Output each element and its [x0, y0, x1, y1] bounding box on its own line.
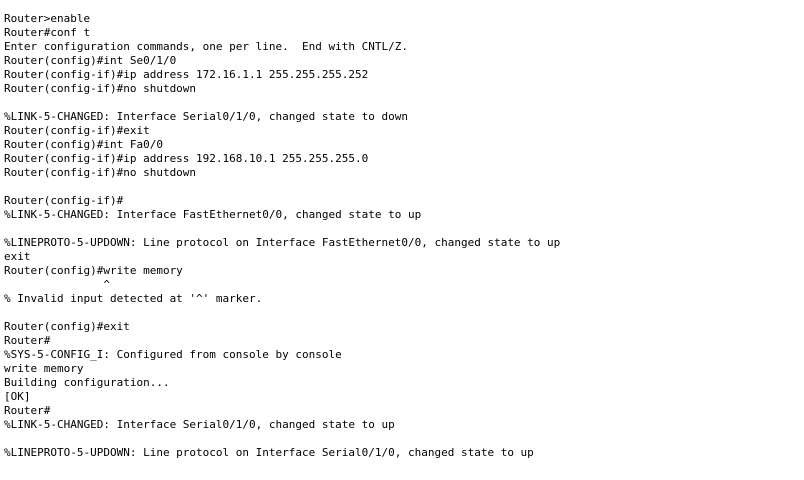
terminal-console[interactable]: Router>enable Router#conf t Enter config… [0, 0, 804, 480]
console-line: Router(config)#write memory [4, 264, 183, 277]
console-line: Enter configuration commands, one per li… [4, 40, 408, 53]
console-line: Router(config-if)#ip address 172.16.1.1 … [4, 68, 369, 81]
console-line: exit [4, 250, 31, 263]
console-line: Router(config-if)#no shutdown [4, 166, 197, 179]
console-line: Router>enable [4, 12, 91, 25]
console-line: %LINK-5-CHANGED: Interface FastEthernet0… [4, 208, 422, 221]
console-line: Router(config)#int Se0/1/0 [4, 54, 177, 67]
console-line: %LINK-5-CHANGED: Interface Serial0/1/0, … [4, 110, 408, 123]
console-line: [OK] [4, 390, 31, 403]
console-line: write memory [4, 362, 84, 375]
console-line: Router(config)#int Fa0/0 [4, 138, 163, 151]
console-line: % Invalid input detected at '^' marker. [4, 292, 263, 305]
console-line: Router# [4, 404, 51, 417]
console-line: %SYS-5-CONFIG_I: Configured from console… [4, 348, 342, 361]
console-line: Router(config-if)# [4, 194, 124, 207]
console-line: Router(config)#exit [4, 320, 130, 333]
console-line: %LINEPROTO-5-UPDOWN: Line protocol on In… [4, 446, 534, 459]
console-line: Router#conf t [4, 26, 91, 39]
console-line: Router(config-if)#ip address 192.168.10.… [4, 152, 369, 165]
console-line: %LINK-5-CHANGED: Interface Serial0/1/0, … [4, 418, 395, 431]
console-line: Router# [4, 334, 51, 347]
console-line: Building configuration... [4, 376, 170, 389]
console-line: %LINEPROTO-5-UPDOWN: Line protocol on In… [4, 236, 561, 249]
console-line: ^ [4, 278, 110, 291]
console-line: Router(config-if)#no shutdown [4, 82, 197, 95]
console-line: Router(config-if)#exit [4, 124, 150, 137]
